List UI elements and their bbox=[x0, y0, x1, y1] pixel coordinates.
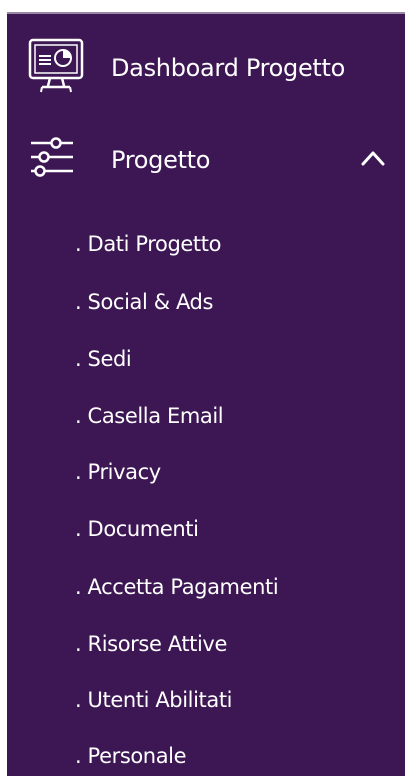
submenu-item-privacy[interactable]: . Privacy bbox=[75, 460, 161, 484]
sidebar-top-divider bbox=[7, 12, 405, 14]
submenu-item-utenti-abilitati[interactable]: . Utenti Abilitati bbox=[75, 688, 233, 712]
submenu-item-risorse-attive[interactable]: . Risorse Attive bbox=[75, 632, 227, 656]
chevron-up-icon[interactable] bbox=[359, 147, 387, 169]
submenu-item-casella-email[interactable]: . Casella Email bbox=[75, 404, 224, 428]
submenu-item-social-ads[interactable]: . Social & Ads bbox=[75, 290, 213, 314]
sidebar-item-label: Dashboard Progetto bbox=[111, 54, 346, 82]
monitor-chart-icon bbox=[28, 38, 84, 93]
submenu-item-accetta-pagamenti[interactable]: . Accetta Pagamenti bbox=[75, 575, 279, 599]
sidebar-item-progetto[interactable]: Progetto bbox=[7, 130, 405, 194]
submenu-item-personale[interactable]: . Personale bbox=[75, 744, 187, 768]
submenu-item-sedi[interactable]: . Sedi bbox=[75, 347, 132, 371]
submenu-item-dati-progetto[interactable]: . Dati Progetto bbox=[75, 232, 221, 256]
sidebar-item-label: Progetto bbox=[111, 146, 211, 174]
submenu-item-documenti[interactable]: . Documenti bbox=[75, 517, 199, 541]
sidebar: Dashboard Progetto Progetto . Dati Proge… bbox=[7, 12, 405, 776]
sliders-icon bbox=[31, 137, 73, 177]
sidebar-item-dashboard-progetto[interactable]: Dashboard Progetto bbox=[7, 32, 405, 104]
